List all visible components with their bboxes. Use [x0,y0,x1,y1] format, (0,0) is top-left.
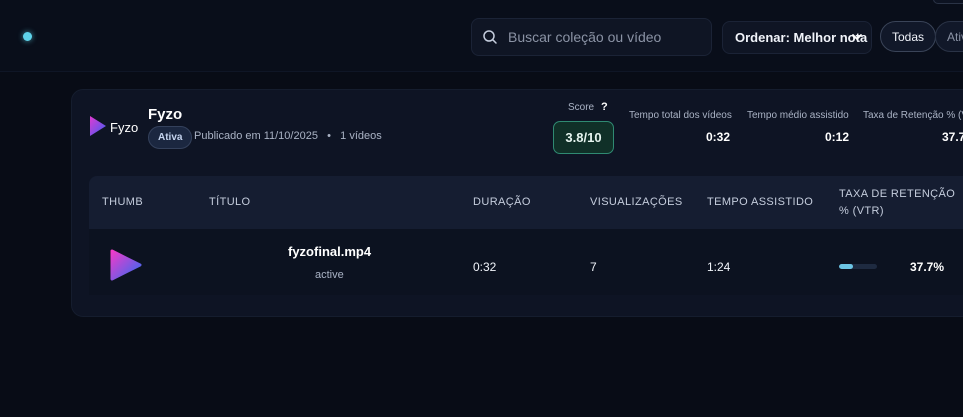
video-count: 1 vídeos [340,130,382,142]
published-date: Publicado em 11/10/2025 [194,130,318,142]
header-retention-unit: % (VTR) [839,205,884,217]
table-row[interactable]: fyzofinal.mp4 active 0:32 7 1:24 37.7% [89,229,963,295]
search-input[interactable] [508,29,708,45]
videos-table: THUMB TÍTULO DURAÇÃO VISUALIZAÇÕES TEMPO… [89,176,963,318]
stat-total-time-label: Tempo total dos vídeos [629,110,732,121]
header-thumb: THUMB [102,196,144,208]
logo-text: Fyzo [110,120,139,135]
stat-avg-watched-value: 0:12 [825,130,850,144]
collection-title: Fyzo [148,106,183,123]
video-status: active [315,269,344,281]
retention-progress-fill [839,264,854,269]
stat-retention-label: Taxa de Retenção % (VTR) [863,110,963,121]
video-watch-time: 1:24 [707,260,731,274]
meta-separator: • [327,130,331,142]
table-header: THUMB TÍTULO DURAÇÃO VISUALIZAÇÕES TEMPO… [89,176,963,229]
sort-select[interactable]: Ordenar: Melhor nota [722,21,872,54]
stat-retention-value: 37.7% [942,130,963,144]
video-retention: 37.7% [910,260,945,274]
stat-avg-watched-label: Tempo médio assistido [747,110,849,121]
collection-meta: Publicado em 11/10/2025 • 1 vídeos [194,130,382,142]
score-help-icon[interactable]: ? [601,101,608,113]
header-views: VISUALIZAÇÕES [590,196,683,208]
video-title[interactable]: fyzofinal.mp4 [288,244,371,259]
chevron-down-icon [852,34,862,40]
sort-label: Ordenar: Melhor nota [735,30,868,45]
filter-active-button[interactable]: Ativ [935,21,963,52]
video-duration: 0:32 [473,260,497,274]
filter-all-button[interactable]: Todas [880,21,937,52]
header-title: TÍTULO [209,196,251,208]
video-thumbnail-play-icon[interactable] [109,248,143,282]
header-retention: TAXA DE RETENÇÃO [839,188,956,200]
stat-total-time-value: 0:32 [706,130,731,144]
top-bar: Ordenar: Melhor nota Todas Ativ [0,0,963,72]
status-badge: Ativa [148,126,193,149]
header-duration: DURAÇÃO [473,196,531,208]
header-watch-time: TEMPO ASSISTIDO [707,196,814,208]
collection-card: Fyzo Fyzo Ativa Publicado em 11/10/2025 … [71,89,963,317]
score-label: Score [568,102,595,113]
retention-progress-bar [839,264,877,269]
top-edge-control[interactable] [933,0,963,4]
search-box[interactable] [471,18,712,56]
score-value: 3.8/10 [553,121,614,154]
search-icon [483,30,497,44]
status-indicator-dot [23,32,32,41]
video-views: 7 [590,260,597,274]
